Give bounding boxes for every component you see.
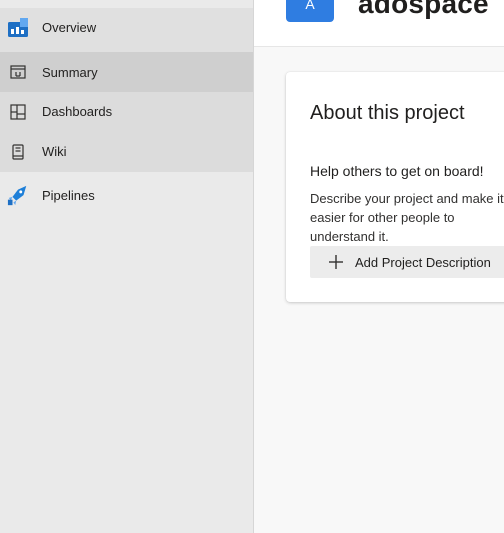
left-sidebar: Overview Summary Dashboards Wiki Pipelin…: [0, 0, 254, 533]
project-name: adospace: [358, 0, 489, 19]
sidebar-item-label: Summary: [42, 65, 98, 80]
card-title: About this project: [310, 102, 465, 124]
sidebar-item-wiki[interactable]: Wiki: [0, 132, 253, 172]
project-avatar[interactable]: A: [286, 0, 334, 22]
sidebar-item-summary[interactable]: Summary: [0, 52, 253, 92]
sidebar-item-overview[interactable]: Overview: [0, 8, 253, 52]
wiki-icon: [7, 141, 29, 163]
pipelines-icon: [7, 185, 29, 207]
sidebar-item-pipelines[interactable]: Pipelines: [0, 176, 253, 218]
add-project-description-button[interactable]: Add Project Description: [310, 246, 504, 278]
project-header: A adospace: [254, 0, 504, 47]
dashboards-icon: [7, 101, 29, 123]
plus-icon: [328, 254, 344, 273]
main-content: A adospace About this project Help other…: [254, 0, 504, 533]
sidebar-item-label: Wiki: [42, 144, 67, 159]
summary-icon: [7, 61, 29, 83]
sidebar-item-label: Pipelines: [42, 188, 95, 203]
sidebar-item-dashboards[interactable]: Dashboards: [0, 92, 253, 132]
add-project-description-label: Add Project Description: [355, 255, 491, 270]
card-subtitle: Help others to get on board!: [310, 163, 484, 179]
about-project-card: About this project Help others to get on…: [286, 72, 504, 302]
overview-icon: [7, 17, 29, 39]
card-description: Describe your project and make it easier…: [310, 191, 504, 244]
sidebar-item-label: Dashboards: [42, 104, 113, 119]
sidebar-item-label: Overview: [42, 20, 97, 35]
